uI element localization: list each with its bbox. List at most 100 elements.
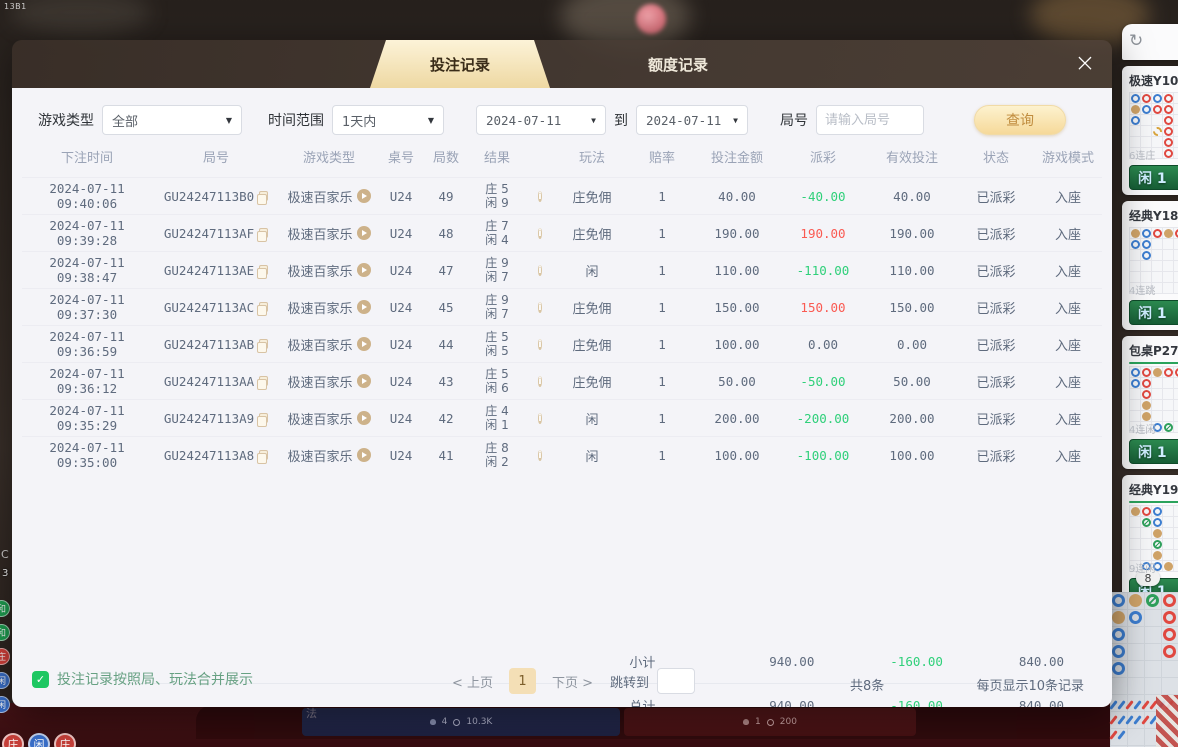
- play-video-icon[interactable]: [357, 300, 371, 314]
- screen: 13B1 C 3 4 10.3K 1 200 法 庄 闲 庄: [0, 0, 1178, 747]
- bead: [1142, 401, 1151, 410]
- chevron-down-icon: ▼: [428, 116, 434, 125]
- player-bet-zone[interactable]: 4 10.3K: [302, 708, 620, 736]
- play-video-icon[interactable]: [357, 189, 371, 203]
- chevron-down-icon: ▼: [226, 116, 232, 125]
- cell-bet-amount: 100.00: [694, 448, 780, 463]
- game-type-select[interactable]: 全部 ▼: [102, 105, 242, 135]
- cell-game-mode: 入座: [1034, 409, 1102, 428]
- bead: [1131, 240, 1140, 249]
- players-icon: [430, 719, 436, 725]
- bead: [1153, 518, 1162, 527]
- table-row: 2024-07-11 09:36:59 GU24247113AB 极速百家乐 U…: [22, 325, 1102, 362]
- table-card[interactable]: 极速Y10 6连庄 闲 1: [1122, 66, 1178, 195]
- bead: [1142, 412, 1151, 421]
- col-header: 游戏模式: [1034, 147, 1102, 166]
- bead: [1131, 116, 1140, 125]
- col-header: 状态: [958, 147, 1034, 166]
- cell-play-type: 庄免佣: [554, 224, 630, 243]
- prev-page-button[interactable]: < 上页: [452, 672, 493, 691]
- play-video-icon[interactable]: [357, 263, 371, 277]
- banker-bet-zone[interactable]: 1 200: [624, 708, 916, 736]
- cell-game-mode: 入座: [1034, 372, 1102, 391]
- bead: [1131, 229, 1140, 238]
- copy-icon[interactable]: [259, 191, 268, 201]
- road-slash-mark: [1117, 730, 1126, 740]
- copy-icon[interactable]: [259, 413, 268, 423]
- cell-odds: 1: [630, 300, 694, 315]
- date-from-select[interactable]: 2024-07-11 ▼: [476, 105, 606, 135]
- player-points: 闲 2: [468, 455, 526, 469]
- copy-icon[interactable]: [259, 339, 268, 349]
- copy-icon[interactable]: [259, 302, 268, 312]
- close-icon[interactable]: ×: [1072, 51, 1098, 77]
- current-page[interactable]: 1: [509, 668, 536, 694]
- cell-game-mode: 入座: [1034, 261, 1102, 280]
- road-slash-mark: [1133, 700, 1142, 710]
- merge-toggle[interactable]: ✓ 投注记录按照局、玩法合并展示: [32, 669, 253, 689]
- banker-points: 庄 5: [468, 367, 526, 381]
- play-video-icon[interactable]: [357, 374, 371, 388]
- jump-page-input[interactable]: [657, 668, 695, 694]
- game-type-label: 游戏类型: [38, 110, 94, 130]
- bead: [1142, 518, 1151, 527]
- cell-table-no: U24: [378, 226, 424, 241]
- bead: [1163, 628, 1176, 641]
- table-card[interactable]: 经典Y18 4连跳 闲 1: [1122, 201, 1178, 330]
- copy-icon[interactable]: [259, 376, 268, 386]
- info-icon[interactable]: i: [538, 413, 541, 424]
- info-icon[interactable]: i: [538, 339, 541, 350]
- refresh-tables-button[interactable]: ↻: [1122, 24, 1178, 60]
- copy-icon[interactable]: [259, 450, 268, 460]
- info-icon[interactable]: i: [538, 265, 541, 276]
- cell-result: 庄 5 闲 6: [468, 367, 526, 395]
- bead-marker: 闲: [0, 672, 10, 689]
- cell-play-type: 闲: [554, 446, 630, 465]
- info-icon[interactable]: i: [538, 302, 541, 313]
- table-row: 2024-07-11 09:35:29 GU24247113A9 极速百家乐 U…: [22, 399, 1102, 436]
- copy-icon[interactable]: [259, 265, 268, 275]
- bead: [1142, 94, 1151, 103]
- info-icon[interactable]: i: [538, 228, 541, 239]
- col-header: 结果: [468, 147, 526, 166]
- cell-game-type: 极速百家乐: [280, 446, 378, 465]
- play-video-icon[interactable]: [357, 226, 371, 240]
- time-range-value: 1天内: [342, 111, 376, 130]
- info-icon[interactable]: i: [538, 450, 541, 461]
- table-card[interactable]: 包桌P27 4连闲 闲 1: [1122, 336, 1178, 469]
- time-range-select[interactable]: 1天内 ▼: [332, 105, 444, 135]
- cell-game-type: 极速百家乐: [280, 261, 378, 280]
- cell-result: 庄 9 闲 7: [468, 256, 526, 284]
- bead: [1146, 594, 1159, 607]
- bead: [1112, 611, 1125, 624]
- checkbox-checked-icon[interactable]: ✓: [32, 671, 49, 688]
- play-video-icon[interactable]: [357, 337, 371, 351]
- cell-payout: -200.00: [780, 411, 866, 426]
- copy-icon[interactable]: [259, 228, 268, 238]
- info-icon[interactable]: i: [538, 191, 541, 202]
- bead: [1131, 105, 1140, 114]
- round-no-input[interactable]: [816, 105, 924, 135]
- cell-status: 已派彩: [958, 446, 1034, 465]
- bead: [1153, 551, 1162, 560]
- round-no-text: GU24247113AF: [164, 226, 254, 241]
- tab-quota-records[interactable]: 额度记录: [590, 40, 766, 88]
- table-card[interactable]: 经典Y19 9连闲 闲 1: [1122, 475, 1178, 608]
- banker-bet-count: 1: [755, 717, 761, 727]
- cell-payout: 0.00: [780, 337, 866, 352]
- cell-valid-bet: 50.00: [866, 374, 958, 389]
- bead: [1153, 529, 1162, 538]
- date-to-select[interactable]: 2024-07-11 ▼: [636, 105, 748, 135]
- play-video-icon[interactable]: [357, 448, 371, 462]
- tab-bet-records[interactable]: 投注记录: [370, 40, 550, 88]
- play-video-icon[interactable]: [357, 411, 371, 425]
- round-no-text: GU24247113AA: [164, 374, 254, 389]
- info-icon[interactable]: i: [538, 376, 541, 387]
- merge-label: 投注记录按照局、玩法合并展示: [57, 669, 253, 689]
- cell-round-count: 48: [424, 226, 468, 241]
- next-page-button[interactable]: 下页 >: [552, 672, 593, 691]
- col-header: 有效投注: [866, 147, 958, 166]
- search-button[interactable]: 查询: [974, 105, 1066, 135]
- bead: [1164, 127, 1173, 136]
- player-bet-amount: 10.3K: [466, 717, 492, 727]
